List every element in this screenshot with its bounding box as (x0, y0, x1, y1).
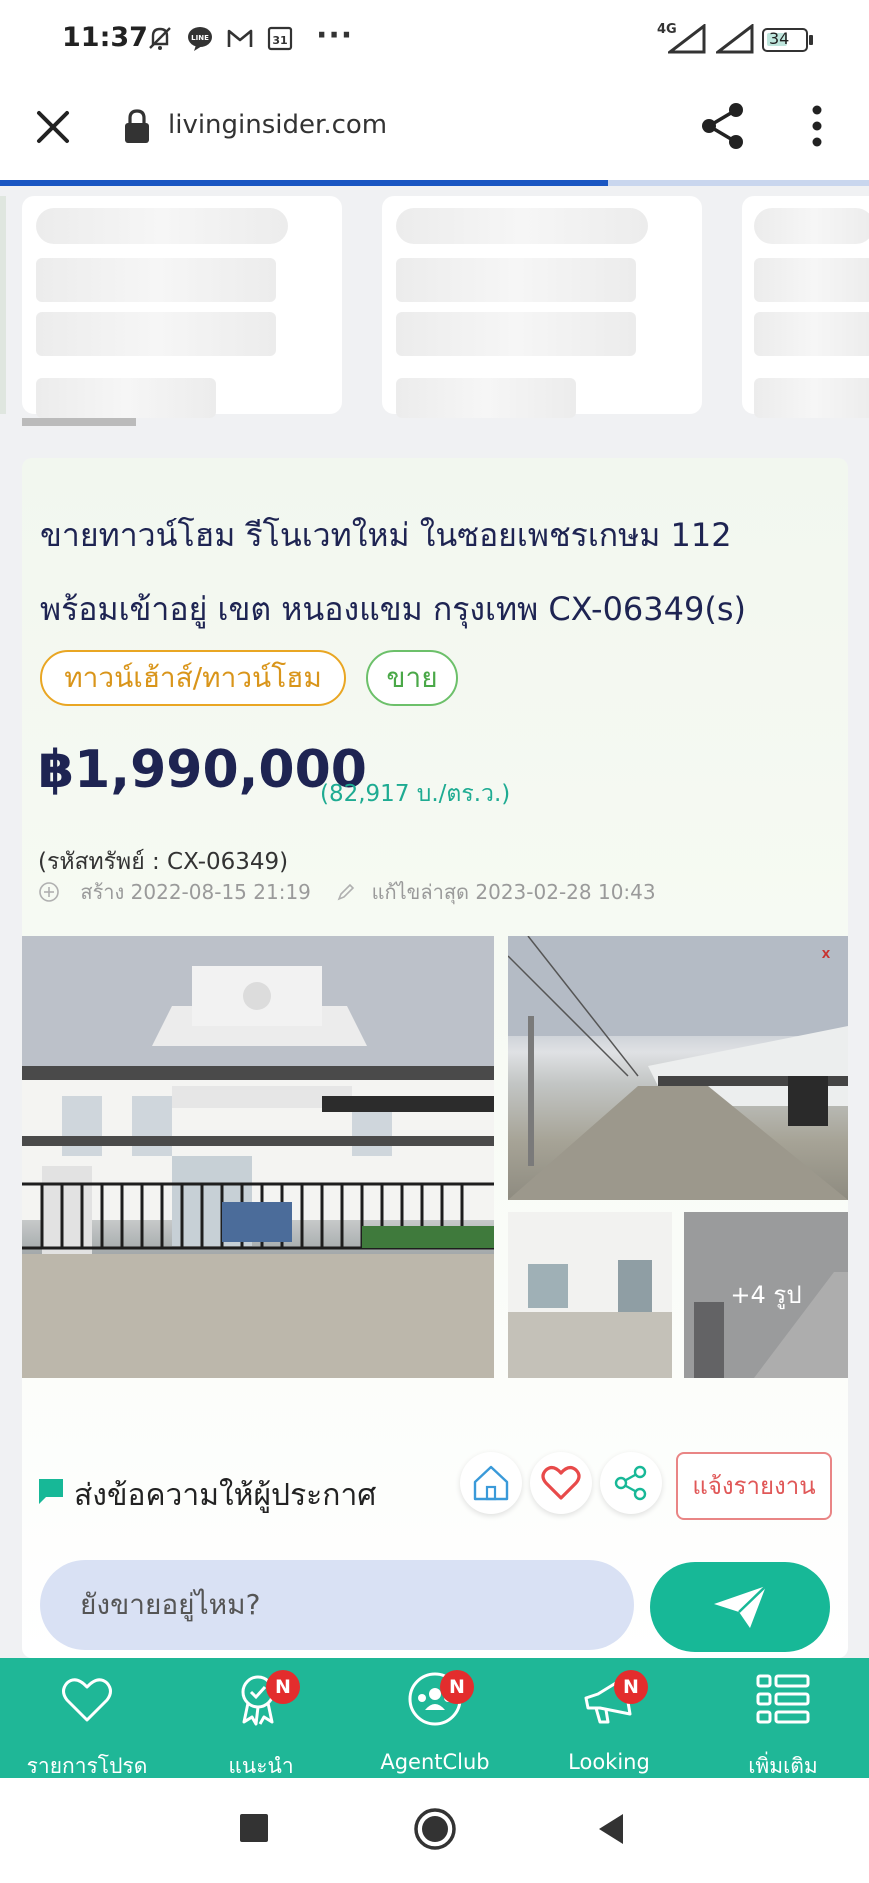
menu-list-icon (756, 1674, 810, 1724)
browser-toolbar: livinginsider.com (0, 78, 869, 182)
battery-level: 34 (769, 29, 790, 48)
svg-text:X: X (822, 948, 831, 961)
nav-item-recommended[interactable]: N แนะนำ (174, 1658, 348, 1778)
listing-title[interactable]: ขายทาวน์โฮม รีโนเวทใหม่ ในซอยเพชรเกษม 11… (40, 498, 840, 646)
home-icon (473, 1465, 509, 1501)
calendar-icon: 31 (267, 26, 293, 51)
report-button[interactable]: แจ้งรายงาน (676, 1452, 832, 1520)
svg-text:LINE: LINE (191, 34, 209, 42)
home-button[interactable] (460, 1452, 522, 1514)
loading-carousel[interactable] (0, 186, 869, 430)
carousel-scroll-indicator (22, 418, 136, 426)
property-type-tag[interactable]: ทาวน์เฮ้าส์/ทาวน์โฮม (40, 650, 346, 706)
share-button[interactable] (600, 1452, 662, 1514)
lock-icon (125, 109, 149, 143)
signal-icon (668, 24, 706, 54)
notification-badge: N (614, 1670, 648, 1704)
listing-photo-street[interactable]: X (508, 936, 848, 1200)
gmail-icon (227, 29, 253, 47)
street-photo: X (508, 936, 848, 1200)
heart-icon (541, 1466, 581, 1500)
nav-item-favorites[interactable]: รายการโปรด (0, 1658, 174, 1778)
share-icon (614, 1465, 647, 1501)
nav-item-looking[interactable]: N Looking (522, 1658, 696, 1778)
skeleton-card (22, 196, 342, 418)
price-per-area: (82,917 บ./ตร.ว.) (320, 781, 511, 807)
more-notifications-icon: ··· (316, 18, 354, 53)
listing-photo-main[interactable] (22, 936, 494, 1378)
price: ฿1,990,000 (38, 740, 367, 800)
paper-plane-icon (714, 1585, 767, 1628)
back-nav-button[interactable] (596, 1812, 626, 1846)
pencil-icon (337, 883, 355, 901)
battery-icon: 34 (762, 28, 808, 52)
listing-photo-more[interactable]: +4 รูป (684, 1212, 848, 1378)
home-nav-button[interactable] (412, 1806, 458, 1852)
skeleton-card (382, 196, 702, 418)
plus-circle-icon (39, 882, 59, 902)
status-bar: 11:37 LINE 31 ··· 4G 34 (0, 0, 869, 78)
nav-label: AgentClub (380, 1750, 490, 1774)
system-navigation-bar (0, 1778, 869, 1883)
overflow-menu-icon[interactable] (810, 104, 824, 148)
recent-apps-button[interactable] (240, 1814, 268, 1842)
bottom-navigation: รายการโปรด N แนะนำ N AgentClub N Looking (0, 1658, 869, 1778)
more-photos-overlay[interactable]: +4 รูป (684, 1212, 848, 1378)
address-bar-url[interactable]: livinginsider.com (168, 110, 387, 140)
listing-card: ขายทาวน์โฮม รีโนเวทใหม่ ในซอยเพชรเกษม 11… (22, 458, 848, 1658)
share-icon[interactable] (700, 102, 746, 150)
line-app-icon: LINE (188, 27, 212, 51)
sale-tag[interactable]: ขาย (366, 650, 458, 706)
favorite-button[interactable] (530, 1452, 592, 1514)
message-input[interactable]: ยังขายอยู่ไหม? (40, 1560, 634, 1650)
close-icon[interactable] (34, 108, 72, 146)
clock: 11:37 (62, 22, 148, 53)
heart-icon (62, 1678, 112, 1722)
property-code: (รหัสทรัพย์ : CX-06349) (38, 849, 289, 875)
svg-text:31: 31 (272, 34, 287, 47)
listing-photo-interior[interactable] (508, 1212, 672, 1378)
notification-badge: N (266, 1670, 300, 1704)
chat-bubble-icon (39, 1479, 63, 1504)
interior-photo (508, 1212, 672, 1378)
mute-bell-icon (149, 27, 171, 50)
listing-meta: สร้าง 2022-08-15 21:19 แก้ไขล่าสุด 2023-… (38, 876, 656, 908)
townhouse-photo (22, 936, 494, 1378)
nav-label: Looking (568, 1750, 650, 1774)
skeleton-card (742, 196, 869, 418)
nav-item-agentclub[interactable]: N AgentClub (348, 1658, 522, 1778)
notification-badge: N (440, 1670, 474, 1704)
contact-poster-label[interactable]: ส่งข้อความให้ผู้ประกาศ (74, 1472, 376, 1519)
nav-item-more[interactable]: เพิ่มเติม (696, 1658, 869, 1778)
signal-icon-2 (716, 24, 754, 54)
edited-date: แก้ไขล่าสุด 2023-02-28 10:43 (371, 880, 656, 904)
send-button[interactable] (650, 1562, 830, 1652)
created-date: สร้าง 2022-08-15 21:19 (80, 880, 311, 904)
